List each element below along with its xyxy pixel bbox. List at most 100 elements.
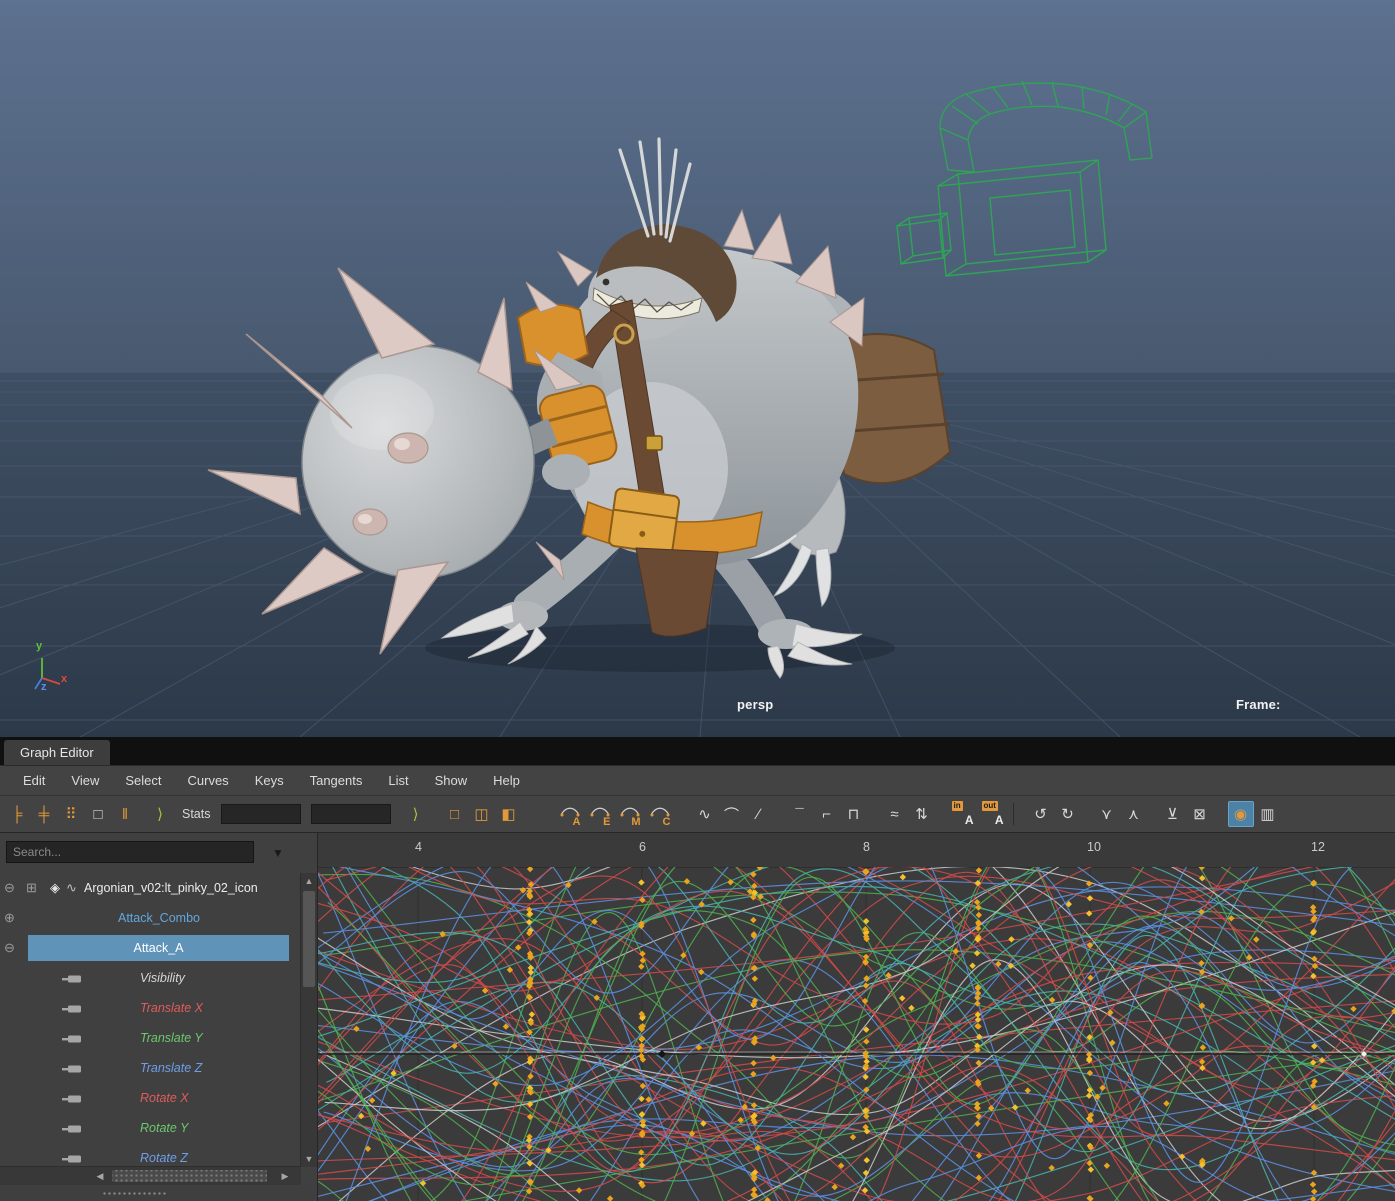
menu-view[interactable]: View xyxy=(58,766,112,796)
curve-graph-area[interactable]: 4681012 xyxy=(318,833,1395,1201)
collapse-icon[interactable]: ⊖ xyxy=(4,880,15,896)
scroll-right-icon[interactable]: ▶ xyxy=(277,1168,293,1184)
axis-lines-icon xyxy=(28,644,74,696)
lattice-deform-keys-tool-icon[interactable]: ⠿ xyxy=(58,801,84,827)
clamped-tangent-icon[interactable]: ⌒ xyxy=(719,801,745,827)
outliner-row-translate-x[interactable]: Translate X xyxy=(0,993,301,1023)
default-out-tangent-icon[interactable]: outA xyxy=(982,801,1008,827)
unify-tangents-icon[interactable]: ⋏ xyxy=(1121,801,1147,827)
clip-label: Attack_A xyxy=(28,933,289,963)
channel-mute-icon[interactable] xyxy=(62,1092,82,1110)
curve-canvas[interactable] xyxy=(318,867,1395,1201)
stats-field-2[interactable] xyxy=(311,804,391,824)
channel-label: Visibility xyxy=(140,963,185,993)
channel-mute-icon[interactable] xyxy=(62,1002,82,1020)
region-keys-tool-icon[interactable]: □ xyxy=(85,801,111,827)
channel-mute-icon[interactable] xyxy=(62,1152,82,1167)
channel-mute-icon[interactable] xyxy=(62,1062,82,1080)
panel-resize-grip[interactable] xyxy=(0,1185,317,1201)
swap-buffer-curve-icon[interactable]: ⇅ xyxy=(909,801,935,827)
menu-curves[interactable]: Curves xyxy=(175,766,242,796)
stats-field-1[interactable] xyxy=(221,804,301,824)
channel-mute-icon[interactable] xyxy=(62,972,82,990)
timeline-ruler[interactable]: 4681012 xyxy=(318,833,1395,868)
menu-tangents[interactable]: Tangents xyxy=(297,766,376,796)
outliner-row-attack-combo[interactable]: ⊕Attack_Combo xyxy=(0,903,301,933)
default-in-tangent-icon[interactable]: inA xyxy=(952,801,978,827)
linear-tangent-icon[interactable]: ∕ xyxy=(746,801,772,827)
panel-tab-bar: Graph Editor xyxy=(0,737,1395,765)
outliner-row-visibility[interactable]: Visibility xyxy=(0,963,301,993)
outliner-search-row: ▼ xyxy=(0,833,317,873)
menu-edit[interactable]: Edit xyxy=(10,766,58,796)
axis-x-label: x xyxy=(61,673,67,685)
toolbar-separator xyxy=(1013,803,1014,825)
insert-keys-tool-icon[interactable]: ╪ xyxy=(31,801,57,827)
outliner-row-rotate-z[interactable]: Rotate Z xyxy=(0,1143,301,1167)
flat-tangent-icon[interactable]: ¯ xyxy=(787,801,813,827)
lock-tangent-weight-icon[interactable]: ⊠ xyxy=(1187,801,1213,827)
menu-list[interactable]: List xyxy=(375,766,421,796)
scroll-up-icon[interactable]: ▲ xyxy=(301,873,317,889)
search-filter-dropdown[interactable]: ▼ xyxy=(260,841,296,865)
center-current-time-icon[interactable]: ◧ xyxy=(496,801,522,827)
collapse-icon[interactable]: ⊖ xyxy=(4,940,15,956)
frame-hud-label: Frame: xyxy=(1236,697,1281,712)
ruler-tick-8: 8 xyxy=(863,840,870,854)
scrollbar-thumb[interactable] xyxy=(303,891,315,987)
tangent-mirror-icon[interactable]: M xyxy=(617,801,643,827)
channel-mute-icon[interactable] xyxy=(62,1032,82,1050)
outliner-vertical-scrollbar[interactable]: ▲ ▼ xyxy=(300,873,317,1167)
pre-infinity-cycle-icon[interactable]: ↺ xyxy=(1028,801,1054,827)
menu-keys[interactable]: Keys xyxy=(242,766,297,796)
scrollbar-thumb[interactable] xyxy=(112,1170,267,1182)
plateau-tangent-icon[interactable]: ⊓ xyxy=(841,801,867,827)
search-input[interactable] xyxy=(6,841,254,863)
menu-help[interactable]: Help xyxy=(480,766,533,796)
channel-label: Rotate Z xyxy=(140,1143,188,1167)
tangent-ease-icon[interactable]: E xyxy=(587,801,613,827)
frame-all-icon[interactable]: □ xyxy=(442,801,468,827)
outliner-row-translate-z[interactable]: Translate Z xyxy=(0,1053,301,1083)
outliner-row-rotate-x[interactable]: Rotate X xyxy=(0,1083,301,1113)
viewport-canvas xyxy=(0,0,1395,737)
playback-range-left-icon[interactable]: ⟩ xyxy=(147,801,173,827)
outliner-horizontal-scrollbar[interactable]: ◀ ▶ xyxy=(0,1166,301,1185)
outliner-row-attack-a[interactable]: ⊖ Attack_A xyxy=(0,933,301,963)
tangent-auto-icon[interactable]: A xyxy=(557,801,583,827)
chevron-down-icon: ▼ xyxy=(272,846,284,860)
break-tangents-icon[interactable]: ⋎ xyxy=(1094,801,1120,827)
scroll-down-icon[interactable]: ▼ xyxy=(301,1151,317,1167)
channel-mute-icon[interactable] xyxy=(62,1122,82,1140)
outliner-root-label: Argonian_v02:lt_pinky_02_icon xyxy=(84,873,301,903)
buffer-curve-snapshot-icon[interactable]: ≈ xyxy=(882,801,908,827)
frame-playback-range-icon[interactable]: ◫ xyxy=(469,801,495,827)
channel-label: Rotate X xyxy=(140,1083,189,1113)
move-nearest-picked-key-tool-icon[interactable]: ╞ xyxy=(4,801,30,827)
edge-partial-icon[interactable]: ▥ xyxy=(1255,801,1281,827)
outliner-row-argonian-v02-lt-pinky-02-icon[interactable]: ⊖⊞◈∿Argonian_v02:lt_pinky_02_icon xyxy=(0,873,301,903)
axis-indicator: y z x xyxy=(28,644,74,696)
menu-select[interactable]: Select xyxy=(112,766,174,796)
3d-viewport[interactable]: persp Frame: y z x xyxy=(0,0,1395,737)
anim-curves-icon: ∿ xyxy=(66,880,77,896)
outliner-row-translate-y[interactable]: Translate Y xyxy=(0,1023,301,1053)
tangent-clamp-icon[interactable]: C xyxy=(647,801,673,827)
post-infinity-cycle-icon[interactable]: ↻ xyxy=(1055,801,1081,827)
graph-editor-toolbar: ╞╪⠿□‖⟩Stats⟩□◫◧AEMC∿⌒∕¯⌐⊓≈⇅inAoutA↺↻⋎⋏⊻⊠… xyxy=(0,795,1395,833)
scroll-left-icon[interactable]: ◀ xyxy=(92,1168,108,1184)
channel-label: Translate Z xyxy=(140,1053,202,1083)
expand-icon[interactable]: ⊕ xyxy=(4,910,15,926)
retime-tool-icon[interactable]: ‖ xyxy=(112,801,138,827)
menu-show[interactable]: Show xyxy=(422,766,481,796)
free-tangent-weight-icon[interactable]: ⊻ xyxy=(1160,801,1186,827)
time-editor-icon[interactable]: ◉ xyxy=(1228,801,1254,827)
channel-label: Translate X xyxy=(140,993,203,1023)
playback-range-right-icon[interactable]: ⟩ xyxy=(403,801,429,827)
expand-all-icon[interactable]: ⊞ xyxy=(26,880,37,896)
graph-editor-tab[interactable]: Graph Editor xyxy=(4,740,110,765)
spline-tangent-icon[interactable]: ∿ xyxy=(692,801,718,827)
step-tangent-icon[interactable]: ⌐ xyxy=(814,801,840,827)
outliner-row-rotate-y[interactable]: Rotate Y xyxy=(0,1113,301,1143)
outliner-tree: ⊖⊞◈∿Argonian_v02:lt_pinky_02_icon⊕Attack… xyxy=(0,873,301,1167)
